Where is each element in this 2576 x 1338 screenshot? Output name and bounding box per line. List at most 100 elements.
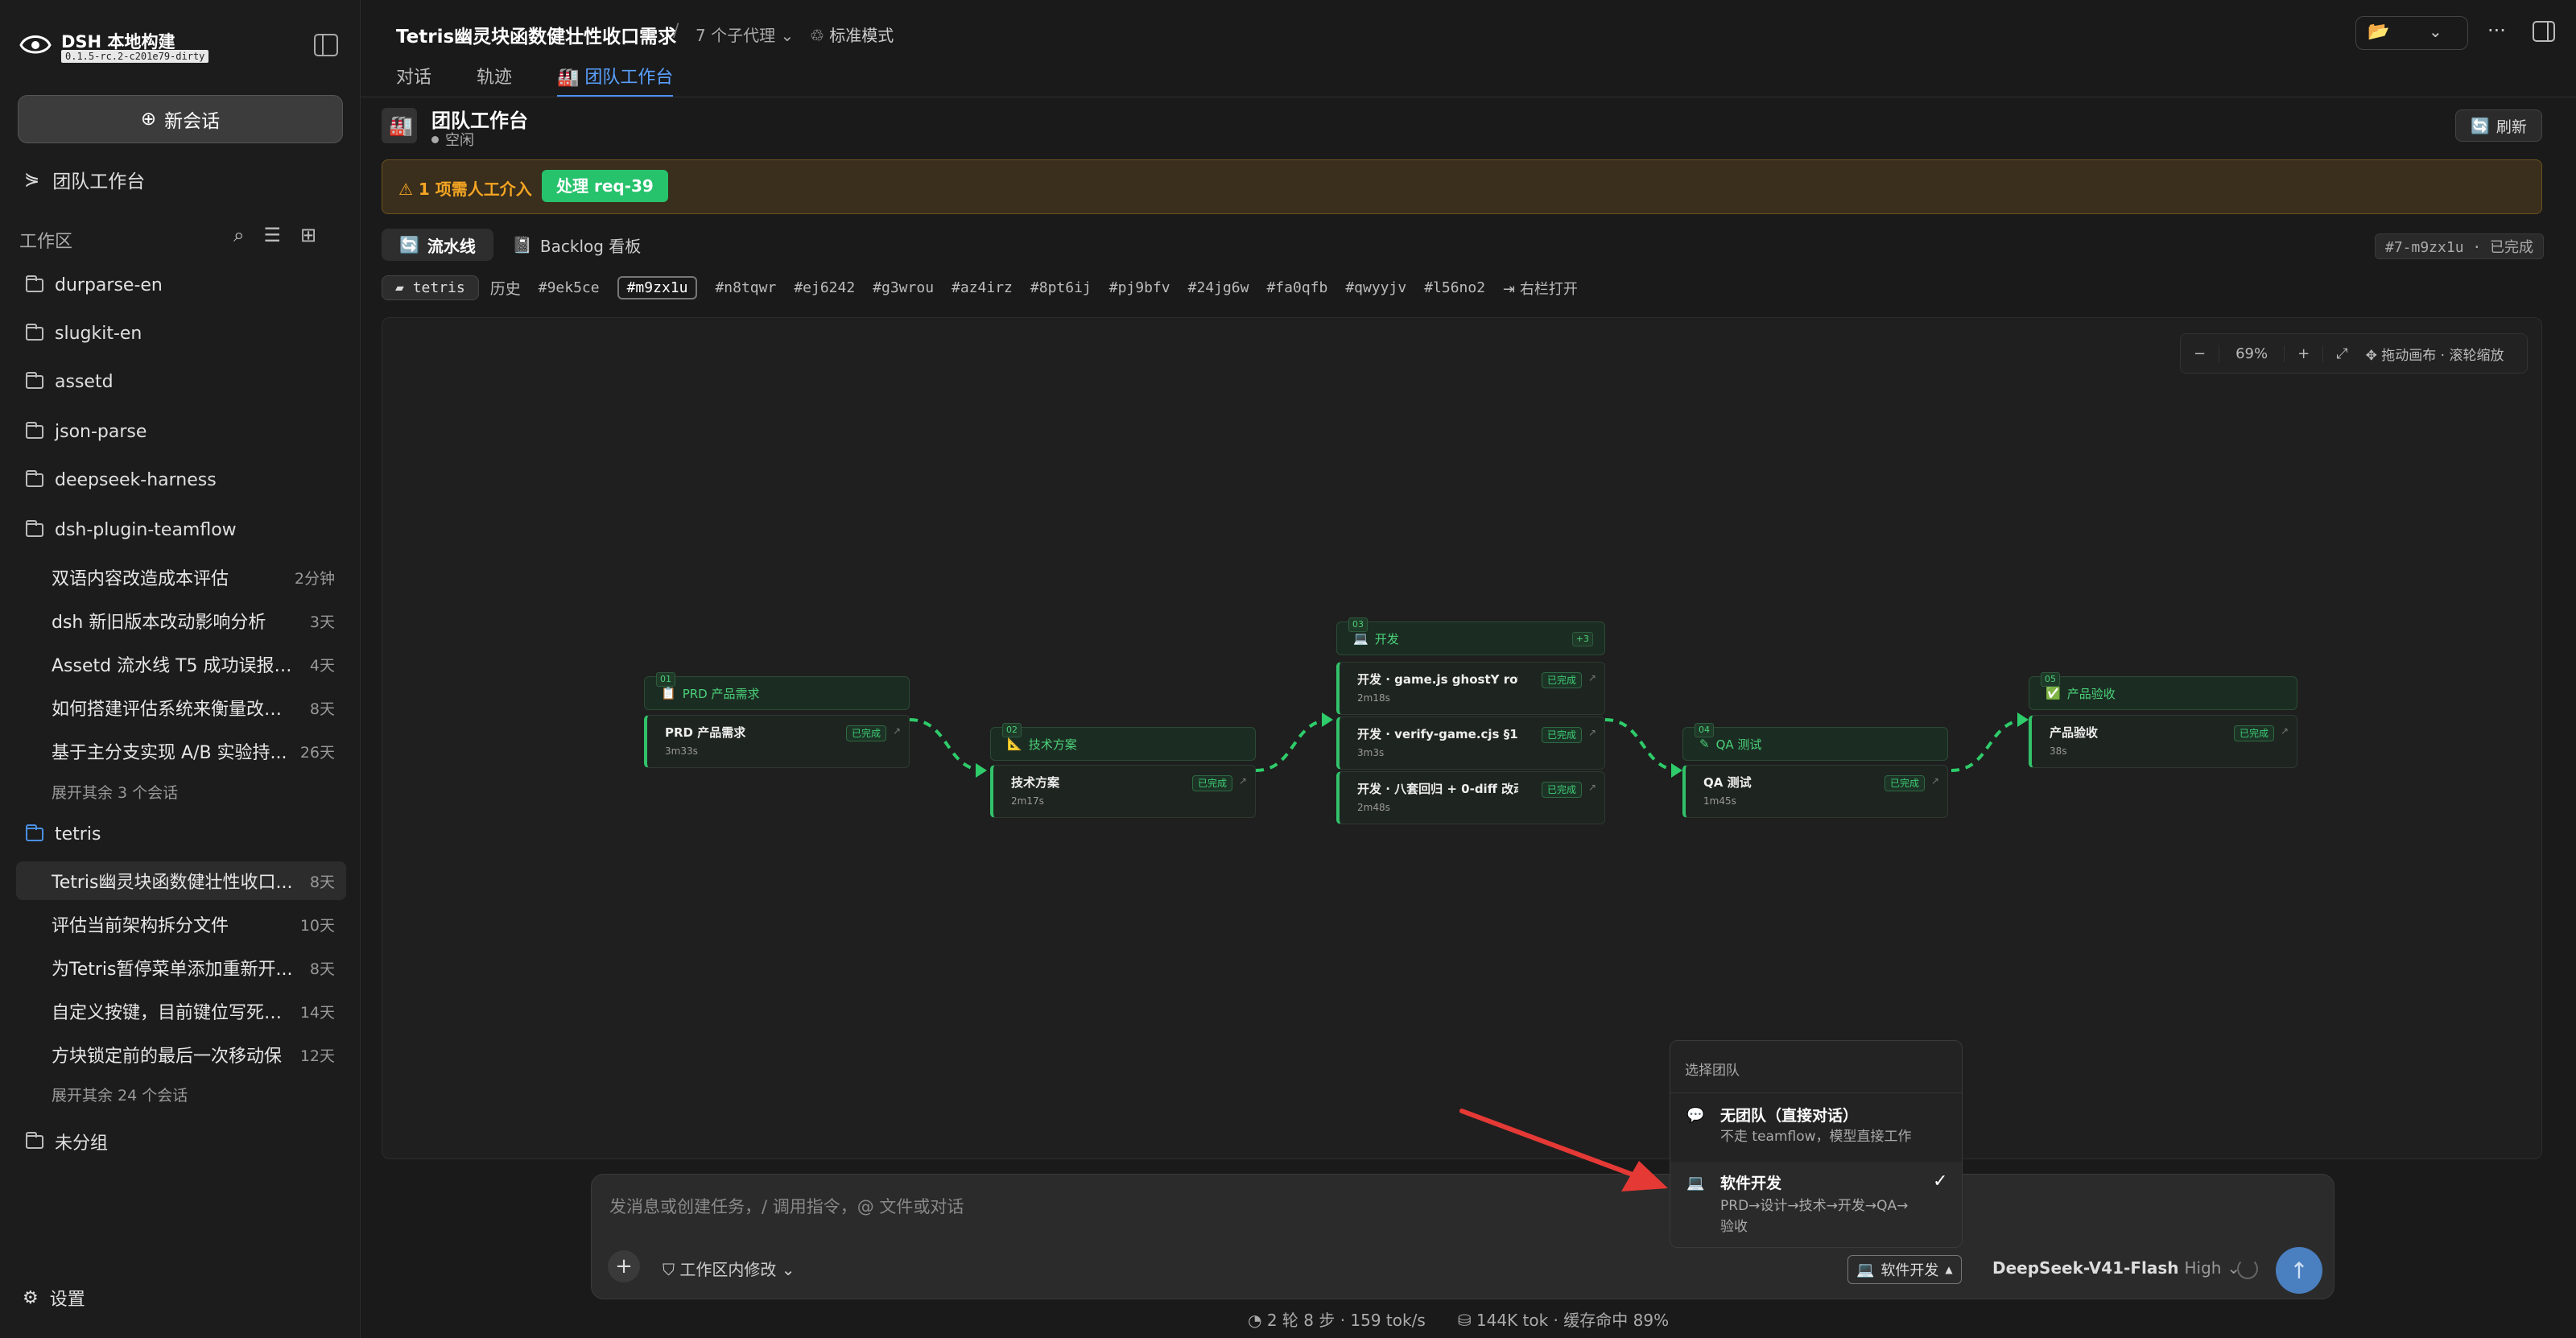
mode-indicator[interactable]: ♲ 标准模式 (810, 23, 894, 46)
task-card[interactable]: 开发 · verify-game.cjs §10 追加 r...3m3s已完成↗ (1336, 716, 1605, 770)
stage-header[interactable]: 03 💻 开发 +3 (1336, 617, 1605, 655)
run-chip[interactable]: #9ek5ce (539, 279, 600, 296)
folder-json-parse[interactable]: json-parse (26, 422, 147, 442)
folder-slugkit-en[interactable]: slugkit-en (26, 324, 142, 344)
team-dropdown-menu: 选择团队 💬 无团队（直接对话） 不走 teamflow，模型直接工作 💻 软件… (1670, 1040, 1963, 1248)
folder-assetd[interactable]: assetd (26, 372, 114, 392)
folder-icon (26, 470, 43, 487)
model-selector[interactable]: DeepSeek-V41-Flash High ⌄ (1992, 1258, 2240, 1278)
tab-pipeline[interactable]: 🔄 流水线 (382, 229, 493, 261)
tab-backlog[interactable]: 📓 Backlog 看板 (494, 229, 658, 261)
alert-text: ⚠ 1 项需人工介入 (398, 180, 532, 199)
check-icon: ✓ (1933, 1171, 1948, 1191)
new-chat-button[interactable]: ⊕ 新会话 (18, 95, 343, 143)
subagents-dropdown[interactable]: 7 个子代理 ⌄ (696, 23, 794, 46)
repo-chip[interactable]: ▰ tetris (382, 275, 479, 300)
run-chip[interactable]: #qwyyjv (1345, 279, 1406, 296)
run-chip[interactable]: #az4irz (952, 279, 1013, 296)
chevron-down-icon: ⌄ (781, 1260, 795, 1279)
loading-spinner-icon (2237, 1258, 2258, 1279)
database-icon: ⛁ (1457, 1311, 1472, 1330)
session-item[interactable]: 自定义按键，目前键位写死，... 14天 (16, 992, 346, 1030)
task-card[interactable]: QA 测试 1m45s 已完成 ↗ (1682, 765, 1948, 818)
run-chip[interactable]: #ej6242 (794, 279, 855, 296)
folder-icon (26, 324, 43, 341)
session-item[interactable]: dsh 新旧版本改动影响分析 3天 (16, 601, 346, 640)
session-item[interactable]: 如何搭建评估系统来衡量改动... 8天 (16, 688, 346, 727)
run-chip-selected[interactable]: #m9zx1u (617, 276, 698, 299)
workspace-mode-dropdown[interactable]: ⛉ 工作区内修改 ⌄ (663, 1257, 795, 1280)
run-chip[interactable]: #n8tqwr (715, 279, 776, 296)
open-icon[interactable]: ↗ (1588, 672, 1596, 683)
team-selector[interactable]: 💻 软件开发 ▲ (1847, 1255, 1962, 1284)
folder-tetris[interactable]: tetris (26, 824, 101, 845)
open-icon[interactable]: ↗ (2281, 725, 2289, 737)
stage-header[interactable]: 01 📋 PRD 产品需求 (644, 672, 910, 710)
edge-4-5 (1951, 718, 2028, 772)
team-icon: ⋟ (24, 169, 40, 190)
settings-button[interactable]: ⚙ 设置 (23, 1285, 85, 1311)
plus-circle-icon: ⊕ (140, 109, 157, 130)
tab-chat[interactable]: 对话 (396, 63, 431, 89)
open-right-panel-link[interactable]: ⇥ 右栏打开 (1503, 278, 1578, 299)
run-chip[interactable]: #pj9bfv (1109, 279, 1170, 296)
open-icon[interactable]: ↗ (1588, 782, 1596, 793)
run-chip[interactable]: #fa0qfb (1266, 279, 1327, 296)
folder-deepseek-harness[interactable]: deepseek-harness (26, 470, 217, 490)
tab-team-bench[interactable]: 🏭 团队工作台 (557, 63, 674, 97)
folder-durparse-en[interactable]: durparse-en (26, 275, 163, 295)
folder-open-button[interactable]: 📂 ⌄ (2355, 16, 2468, 50)
handle-request-button[interactable]: 处理 req-39 (542, 170, 668, 202)
stage-header[interactable]: 05 ✅ 产品验收 (2029, 672, 2297, 710)
shield-icon: ⛉ (663, 1260, 675, 1279)
task-card[interactable]: PRD 产品需求 3m33s 已完成 ↗ (644, 715, 910, 768)
laptop-icon: 💻 (1856, 1261, 1875, 1278)
session-item[interactable]: 双语内容改造成本评估 2分钟 (16, 558, 346, 597)
session-item[interactable]: 为Tetris暂停菜单添加重新开... 8天 (16, 948, 346, 987)
expand-more-link[interactable]: 展开其余 24 个会话 (52, 1084, 188, 1105)
filter-icon[interactable]: ☰ (263, 224, 281, 246)
sidebar-item-team-bench[interactable]: ⋟ 团队工作台 (24, 166, 145, 193)
title-separator: / (673, 21, 679, 41)
open-icon[interactable]: ↗ (1931, 775, 1939, 787)
session-item-active[interactable]: Tetris幽灵块函数健壮性收口... 8天 (16, 861, 346, 900)
open-icon[interactable]: ↗ (1588, 727, 1596, 738)
search-icon[interactable]: ⌕ (233, 224, 244, 246)
sidebar-collapse-icon[interactable] (314, 34, 338, 56)
team-option-software[interactable]: 💻 软件开发 PRD→设计→技术→开发→QA→验收 ✓ (1670, 1162, 1962, 1247)
mode-icon: ♲ (810, 26, 824, 45)
send-button[interactable]: ↑ (2276, 1247, 2322, 1294)
tab-trace[interactable]: 轨迹 (477, 63, 512, 89)
new-folder-icon[interactable]: ⊞ (300, 224, 316, 246)
expand-more-link[interactable]: 展开其余 3 个会话 (52, 781, 178, 803)
open-icon[interactable]: ↗ (1239, 775, 1247, 787)
run-chip[interactable]: #l56no2 (1424, 279, 1485, 296)
session-item[interactable]: 基于主分支实现 A/B 实验持... 26天 (16, 732, 346, 770)
refresh-button[interactable]: 🔄 刷新 (2455, 109, 2542, 142)
attach-button[interactable]: + (608, 1250, 640, 1282)
session-item[interactable]: Assetd 流水线 T5 成功误报失败 4天 (16, 645, 346, 683)
task-card[interactable]: 开发 · game.js ghostY rot 归一...2m18s已完成↗ (1336, 662, 1605, 715)
stage-header[interactable]: 02 📐 技术方案 (990, 723, 1256, 761)
history-label: 历史 (489, 280, 521, 298)
run-chip[interactable]: #g3wrou (873, 279, 934, 296)
session-item[interactable]: 方块锁定前的最后一次移动保 12天 (16, 1035, 346, 1074)
open-icon[interactable]: ↗ (893, 725, 901, 737)
message-input[interactable]: 发消息或创建任务，/ 调用指令，@ 文件或对话 (609, 1194, 964, 1218)
stage-header[interactable]: 04 ✎ QA 测试 (1682, 723, 1948, 761)
panel-toggle-icon[interactable] (2533, 21, 2555, 42)
folder-ungrouped[interactable]: 未分组 (26, 1129, 108, 1154)
session-item[interactable]: 评估当前架构拆分文件 10天 (16, 905, 346, 944)
run-chip[interactable]: #24jg6w (1188, 279, 1249, 296)
task-card[interactable]: 技术方案 2m17s 已完成 ↗ (990, 765, 1256, 818)
task-card[interactable]: 开发 · 八套回归 + 0-diff 改动面...2m48s已完成↗ (1336, 771, 1605, 824)
pipeline-icon: 🔄 (399, 235, 419, 254)
team-option-none[interactable]: 💬 无团队（直接对话） 不走 teamflow，模型直接工作 (1670, 1094, 1962, 1162)
more-menu-icon[interactable]: ··· (2487, 19, 2506, 42)
app-version: 0.1.5-rc.2-c201e79-dirty (61, 50, 209, 63)
folder-dsh-plugin-teamflow[interactable]: dsh-plugin-teamflow (26, 520, 237, 540)
run-chip[interactable]: #8pt6ij (1030, 279, 1092, 296)
edge-arrow (976, 763, 987, 778)
task-card[interactable]: 产品验收 38s 已完成 ↗ (2029, 715, 2297, 768)
sidebar: DSH 本地构建 0.1.5-rc.2-c201e79-dirty ⊕ 新会话 ⋟… (0, 0, 361, 1338)
